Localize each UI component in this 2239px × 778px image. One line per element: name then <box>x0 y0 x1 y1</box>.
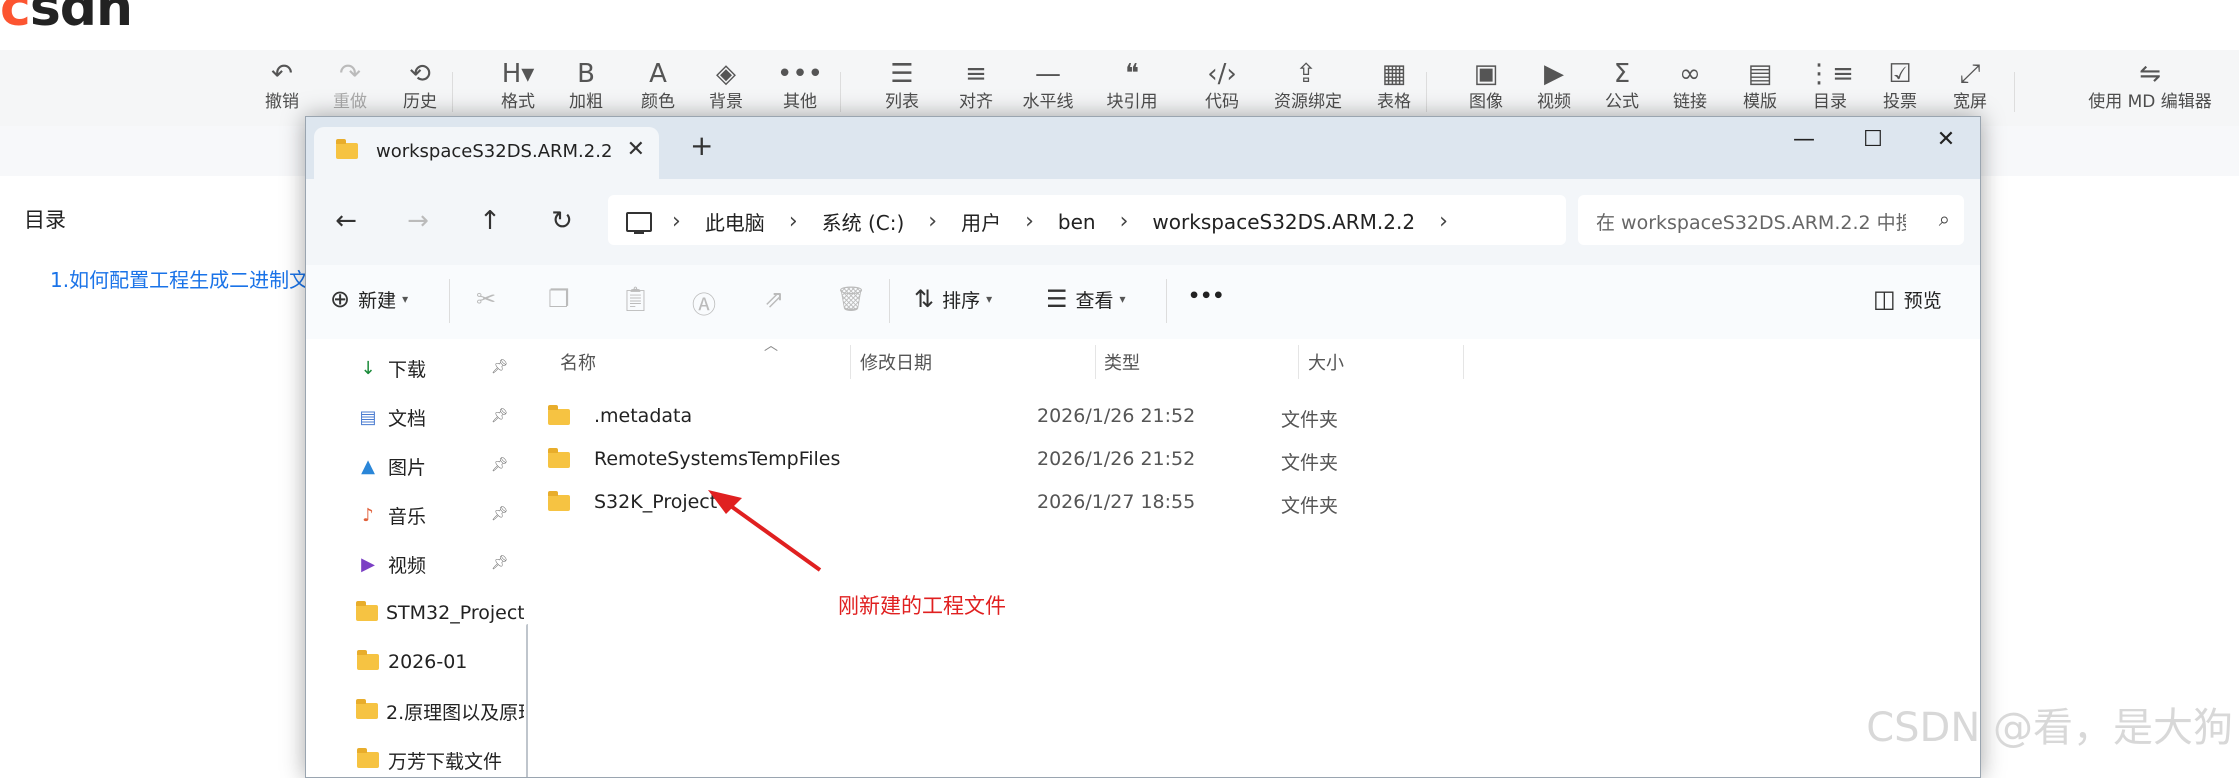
watermark: CSDN @看，是大狗 <box>1866 705 2233 751</box>
annotation-arrow <box>708 490 822 572</box>
annotation-text: 刚新建的工程文件 <box>838 594 1006 618</box>
